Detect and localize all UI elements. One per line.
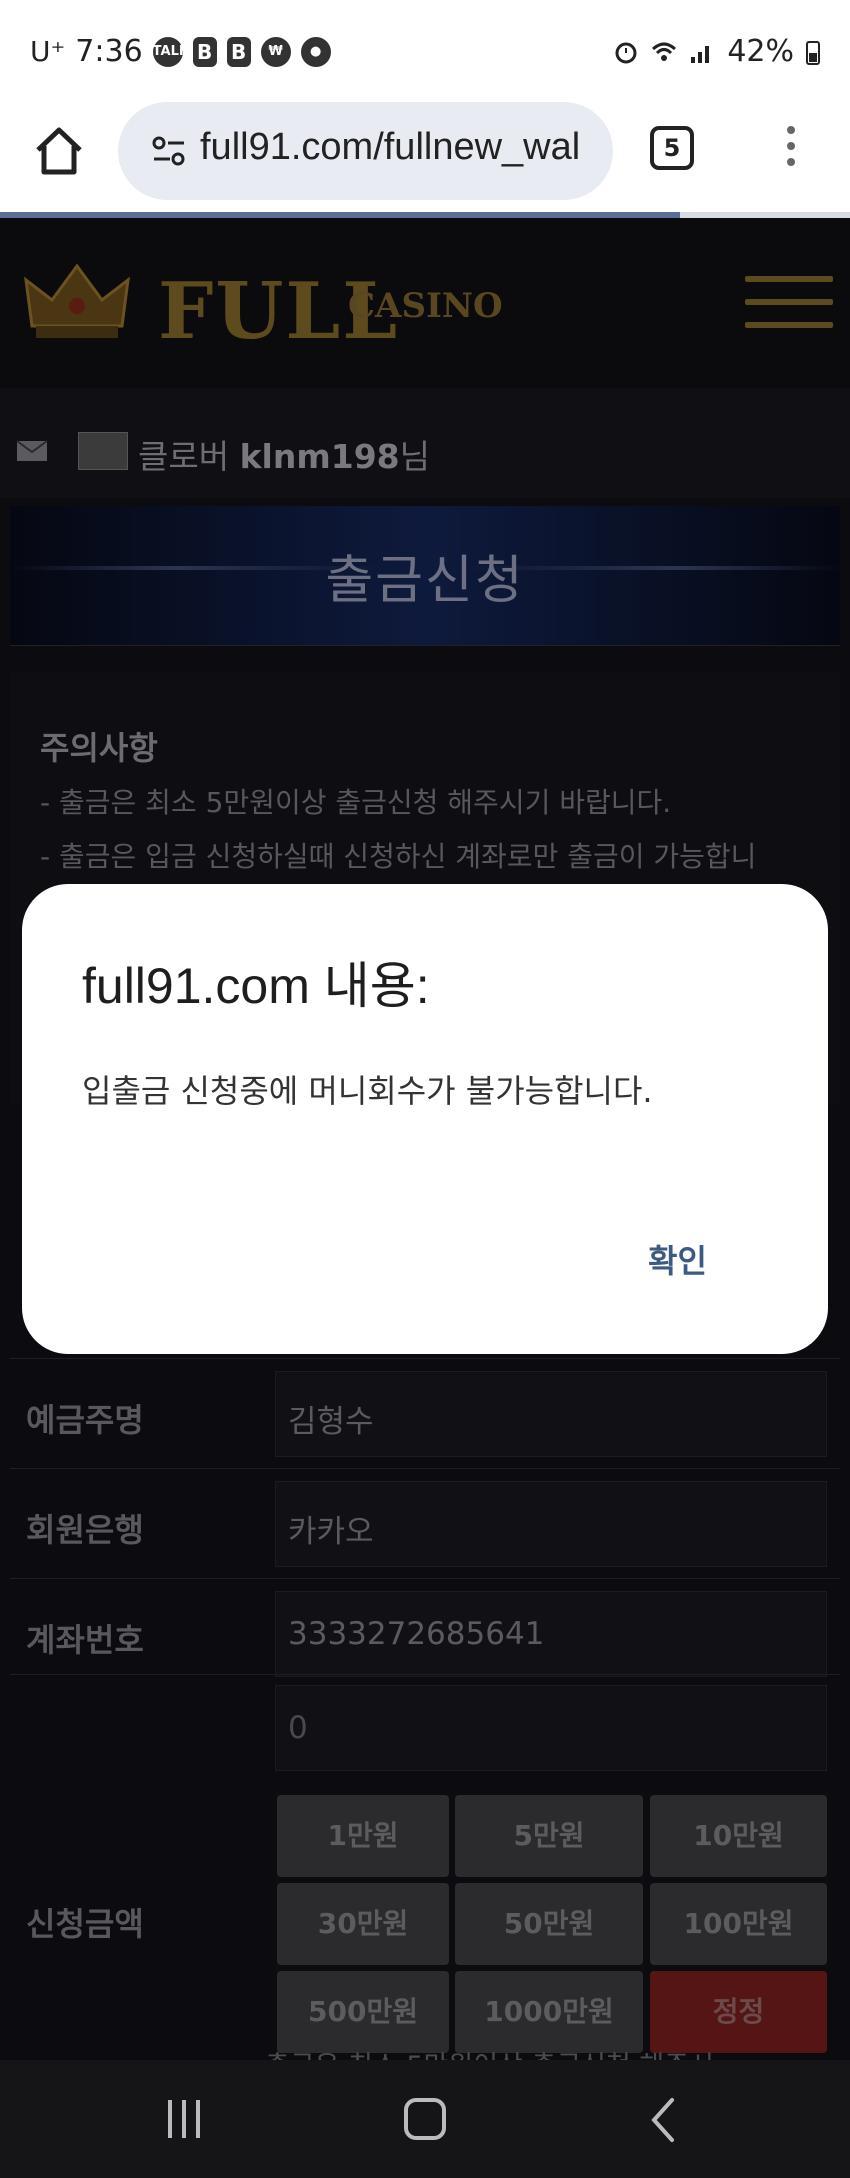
account-holder-row: 예금주명 김형수 bbox=[10, 1358, 840, 1468]
more-menu-icon[interactable] bbox=[778, 126, 804, 172]
alert-dialog: full91.com 내용: 입출금 신청중에 머니회수가 불가능합니다. 확인 bbox=[22, 884, 828, 1354]
amount-button-500k[interactable]: 50만원 bbox=[455, 1883, 643, 1965]
site-header: FULL CASINO bbox=[0, 218, 850, 388]
wifi-icon bbox=[652, 42, 677, 61]
bank-label: 회원은행 bbox=[26, 1511, 144, 1549]
account-holder-label: 예금주명 bbox=[26, 1401, 144, 1439]
status-bar: U⁺ 7:36 TALK B B ₩ ● 42% bbox=[0, 0, 850, 102]
signal-icon bbox=[691, 45, 710, 63]
status-left: U⁺ 7:36 TALK B B ₩ ● bbox=[30, 34, 331, 69]
account-number-label: 계좌번호 bbox=[26, 1621, 144, 1659]
url-bar[interactable]: full91.com/fullnew_wal bbox=[118, 102, 613, 200]
amount-row: 신청금액 0 1만원 5만원 10만원 30만원 50만원 100만원 500만… bbox=[10, 1674, 840, 2060]
system-nav-bar bbox=[0, 2060, 850, 2178]
amount-button-100k[interactable]: 10만원 bbox=[650, 1795, 827, 1877]
battery-percent: 42% bbox=[727, 34, 794, 69]
notice-line: - 출금은 최소 5만원이상 출금신청 해주시기 바랍니다. bbox=[40, 786, 672, 819]
dialog-message: 입출금 신청중에 머니회수가 불가능합니다. bbox=[82, 1072, 653, 1110]
amount-button-50k[interactable]: 5만원 bbox=[455, 1795, 643, 1877]
amount-input[interactable]: 0 bbox=[275, 1685, 827, 1771]
crown-logo-icon bbox=[24, 263, 130, 338]
user-bar: 클로버 klnm198님 bbox=[0, 388, 850, 498]
avatar bbox=[78, 432, 128, 470]
status-right: 42% bbox=[613, 34, 820, 69]
hamburger-menu-icon[interactable] bbox=[745, 276, 833, 340]
notice-line: - 출금은 입금 신청하실때 신청하신 계좌로만 출금이 가능합니 bbox=[40, 840, 757, 873]
dialog-title: full91.com 내용: bbox=[82, 958, 430, 1014]
amount-button-300k[interactable]: 30만원 bbox=[277, 1883, 449, 1965]
url-text[interactable]: full91.com/fullnew_wal bbox=[200, 126, 600, 169]
b-icon: B bbox=[192, 36, 217, 67]
bank-field: 카카오 bbox=[275, 1481, 827, 1567]
amount-label: 신청금액 bbox=[26, 1905, 144, 1943]
clock: 7:36 bbox=[75, 34, 143, 69]
amount-button-10k[interactable]: 1만원 bbox=[277, 1795, 449, 1877]
amount-note: 출금은 최소 5만원이상 출금신청 해주시 bbox=[265, 2044, 714, 2060]
username: klnm198 bbox=[239, 437, 400, 476]
recent-apps-icon[interactable] bbox=[168, 2100, 212, 2140]
account-holder-field: 김형수 bbox=[275, 1371, 827, 1457]
alarm-icon bbox=[615, 42, 637, 63]
amount-reset-button[interactable]: 정정 bbox=[650, 1971, 827, 2053]
browser-toolbar: full91.com/fullnew_wal 5 bbox=[0, 102, 850, 214]
user-suffix: 님 bbox=[399, 437, 430, 476]
notice-title: 주의사항 bbox=[40, 729, 158, 767]
battery-icon bbox=[806, 40, 820, 65]
account-number-field: 3333272685641 bbox=[275, 1591, 827, 1677]
dialog-ok-button[interactable]: 확인 bbox=[648, 1236, 707, 1282]
carrier-label: U⁺ bbox=[30, 35, 66, 68]
b-icon: B bbox=[226, 36, 251, 67]
back-icon[interactable] bbox=[648, 2096, 678, 2144]
amount-button-5m[interactable]: 500만원 bbox=[277, 1971, 449, 2053]
amount-button-10m[interactable]: 1000만원 bbox=[455, 1971, 643, 2053]
home-icon[interactable] bbox=[32, 124, 86, 178]
amount-button-1m[interactable]: 100만원 bbox=[650, 1883, 827, 1965]
mail-icon[interactable] bbox=[16, 440, 48, 462]
tab-switcher-button[interactable]: 5 bbox=[650, 126, 694, 170]
chat-icon: ● bbox=[300, 36, 331, 67]
site-settings-icon[interactable] bbox=[152, 136, 186, 166]
account-number-row: 계좌번호 3333272685641 bbox=[10, 1578, 840, 1688]
user-greeting: 클로버 klnm198님 bbox=[138, 430, 430, 478]
user-grade: 클로버 bbox=[138, 437, 230, 476]
page-title: 출금신청 bbox=[325, 551, 525, 611]
bank-row: 회원은행 카카오 bbox=[10, 1468, 840, 1578]
nav-home-icon[interactable] bbox=[404, 2098, 446, 2140]
logo-subtext: CASINO bbox=[348, 286, 503, 326]
page-title-banner: 출금신청 bbox=[10, 506, 840, 646]
talk-icon: TALK bbox=[152, 36, 189, 67]
won-icon: ₩ bbox=[260, 36, 291, 67]
